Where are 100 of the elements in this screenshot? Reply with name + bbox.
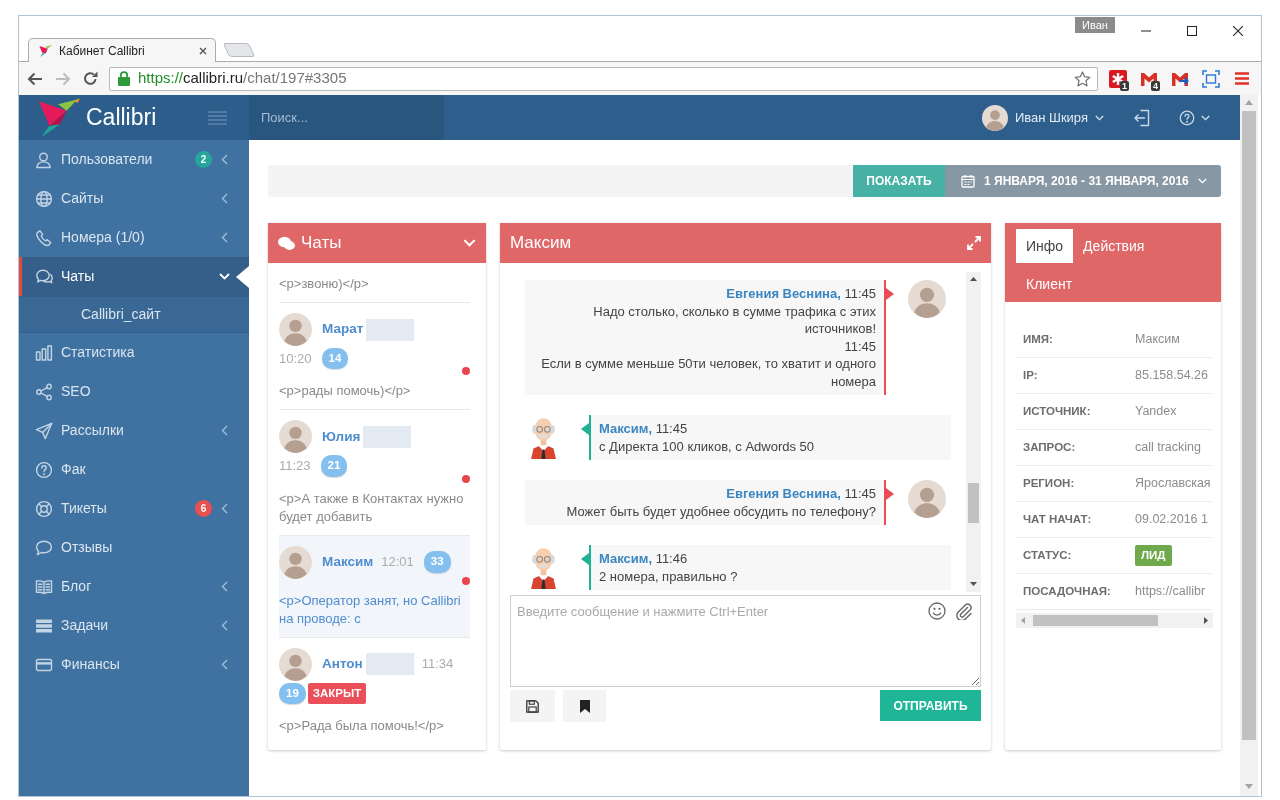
panel-title: Чаты (301, 232, 343, 255)
save-button[interactable] (510, 690, 555, 722)
panel-tab[interactable]: Клиент (1016, 267, 1083, 301)
share-icon (35, 382, 53, 401)
scrollbar[interactable] (1016, 613, 1213, 629)
message-input[interactable]: Введите сообщение и нажмите Ctrl+Enter (510, 595, 981, 687)
avatar-icon (279, 313, 312, 346)
field-label: ИМЯ: (1022, 331, 1054, 347)
message-count: 33 (423, 551, 451, 573)
paperclip-icon[interactable] (955, 602, 972, 620)
extension-button[interactable]: 1 (1102, 66, 1133, 91)
asterisk-icon (1108, 69, 1127, 88)
chat-list-item[interactable]: Марат 10:20 14 <p>рады помочь)</p> (279, 303, 470, 411)
sidebar-item[interactable]: Задачи (19, 606, 249, 645)
address-bar[interactable]: https://callibri.ru/chat/197#3305 (109, 66, 1098, 91)
contact-name: Юлия (322, 427, 361, 446)
url-text: https://callibri.ru/chat/197#3305 (138, 68, 348, 89)
avatar-icon (279, 545, 312, 579)
sidebar-item[interactable]: SEO (19, 372, 249, 411)
sidebar-item[interactable]: Финансы (19, 645, 249, 684)
field-label: ПОСАДОЧНАЯ: (1022, 583, 1112, 599)
logout-icon[interactable] (1133, 108, 1151, 127)
field-value: Ярославская (1134, 475, 1211, 493)
chevron-down-icon (463, 239, 476, 247)
notification-count: 2 (195, 151, 212, 168)
menu-icon[interactable] (1234, 72, 1249, 85)
sidebar-subitem[interactable]: Callibri_сайт (19, 296, 249, 333)
search-field[interactable]: Поиск... (249, 95, 444, 140)
message-time: 11:34 (421, 655, 454, 674)
pointer-icon (236, 265, 249, 288)
screen-capture-icon (1201, 69, 1220, 88)
message-preview: <p>А также в Контактах нужно будет добавить (279, 489, 465, 526)
chat-list-item[interactable]: Юлия 11:23 21 <p>А также в Контактах нужно будет добавить (279, 410, 470, 536)
browser-tab[interactable]: Кабинет Callibri (28, 38, 216, 62)
message-count: 14 (321, 348, 349, 370)
sidebar-item[interactable]: Рассылки (19, 411, 249, 450)
message-text: Надо столько, сколько в сумме трафика с этих источников! (592, 302, 876, 338)
sidebar-item[interactable]: Фак (19, 450, 249, 489)
logo-text: Callibri (86, 103, 157, 133)
star-icon[interactable] (1074, 70, 1091, 87)
caret-icon (1095, 114, 1104, 121)
field-value: 85.158.54.26 (1134, 367, 1208, 385)
field-label: ЗАПРОС: (1022, 439, 1077, 455)
notification-count: 1 (1120, 80, 1129, 91)
bookmark-button[interactable] (563, 690, 606, 722)
date-range-button[interactable]: 1 ЯНВАРЯ, 2016 - 31 ЯНВАРЯ, 2016 (945, 165, 1221, 197)
sidebar-item[interactable]: Блог (19, 567, 249, 606)
scrollbar[interactable] (1240, 95, 1258, 796)
panel-tab[interactable]: Инфо (1016, 229, 1074, 263)
reload-icon[interactable] (83, 71, 98, 86)
lock-icon (118, 71, 130, 86)
profile-button[interactable]: Иван (1075, 17, 1115, 33)
sidebar-item[interactable]: Пользователи 2 (19, 140, 249, 179)
field-label: РЕГИОН: (1022, 475, 1076, 491)
bar-chart-icon (35, 343, 53, 362)
smiley-icon[interactable] (928, 602, 946, 620)
message-text: с Директа 100 кликов, с Adwords 50 (599, 437, 816, 455)
chat-bubbles-icon (278, 236, 295, 250)
back-arrow-icon[interactable] (27, 71, 43, 86)
scrollbar[interactable] (966, 272, 981, 592)
message-text: Может быть будет удобнее обсудить по телефону? (565, 502, 876, 520)
speech-bubble-icon (35, 538, 53, 557)
chat-list-item[interactable]: Антон 11:34 19 ЗАКРЫТ <p>Рада была помочь!</p> (279, 637, 470, 744)
book-icon (35, 577, 53, 596)
calendar-icon (961, 174, 975, 188)
help-icon (1179, 109, 1195, 126)
sidebar-item[interactable]: Чаты (19, 257, 249, 296)
user-menu-button[interactable]: Иван Шкиря (981, 104, 1104, 131)
close-icon[interactable] (1233, 26, 1243, 36)
message-preview: <p>рады помочь)</p> (279, 382, 412, 401)
sidebar-item[interactable]: Тикеты 6 (19, 489, 249, 528)
contact-name: Максим (322, 552, 374, 571)
message-text: Если в сумме меньше 50ти человек, то хватит и одного номера (540, 355, 876, 390)
avatar-icon (279, 420, 312, 454)
notification-count: 4 (1151, 80, 1160, 91)
sidebar-item[interactable]: Отзывы (19, 528, 249, 567)
close-icon[interactable] (199, 46, 207, 55)
panel-tab[interactable]: Действия (1073, 229, 1155, 263)
sidebar-item[interactable]: Номера (1/0) (19, 218, 249, 257)
message-time: 10:20 (279, 349, 312, 368)
field-value: https://callibr (1134, 583, 1206, 601)
globe-icon (35, 189, 53, 208)
paper-plane-icon (35, 421, 53, 440)
send-button[interactable]: ОТПРАВИТЬ (880, 690, 981, 721)
help-menu-button[interactable] (1179, 109, 1210, 126)
expand-icon[interactable] (967, 236, 981, 250)
show-button[interactable]: ПОКАЗАТЬ (853, 165, 945, 197)
message-text: 11:45 (843, 337, 876, 355)
sidebar-item[interactable]: Статистика (19, 333, 249, 372)
field-value: Максим (1134, 331, 1180, 349)
message-count: 19 (279, 682, 306, 704)
chat-list-item[interactable]: Максим 12:01 33 <p>Оператор занят, но Callibri на проводе: с (279, 535, 470, 638)
cartoon-avatar-icon (528, 415, 559, 459)
extension-button[interactable]: 4 (1133, 66, 1164, 91)
message-text: 2 номера, правильно ? (599, 567, 739, 585)
maximize-icon[interactable] (1187, 26, 1197, 36)
field-value: call tracking (1134, 439, 1201, 457)
sidebar-item[interactable]: Сайты (19, 179, 249, 218)
chat-list-item[interactable]: <p>звоню)</p> (279, 263, 470, 303)
panel-title: Максим (510, 232, 572, 255)
